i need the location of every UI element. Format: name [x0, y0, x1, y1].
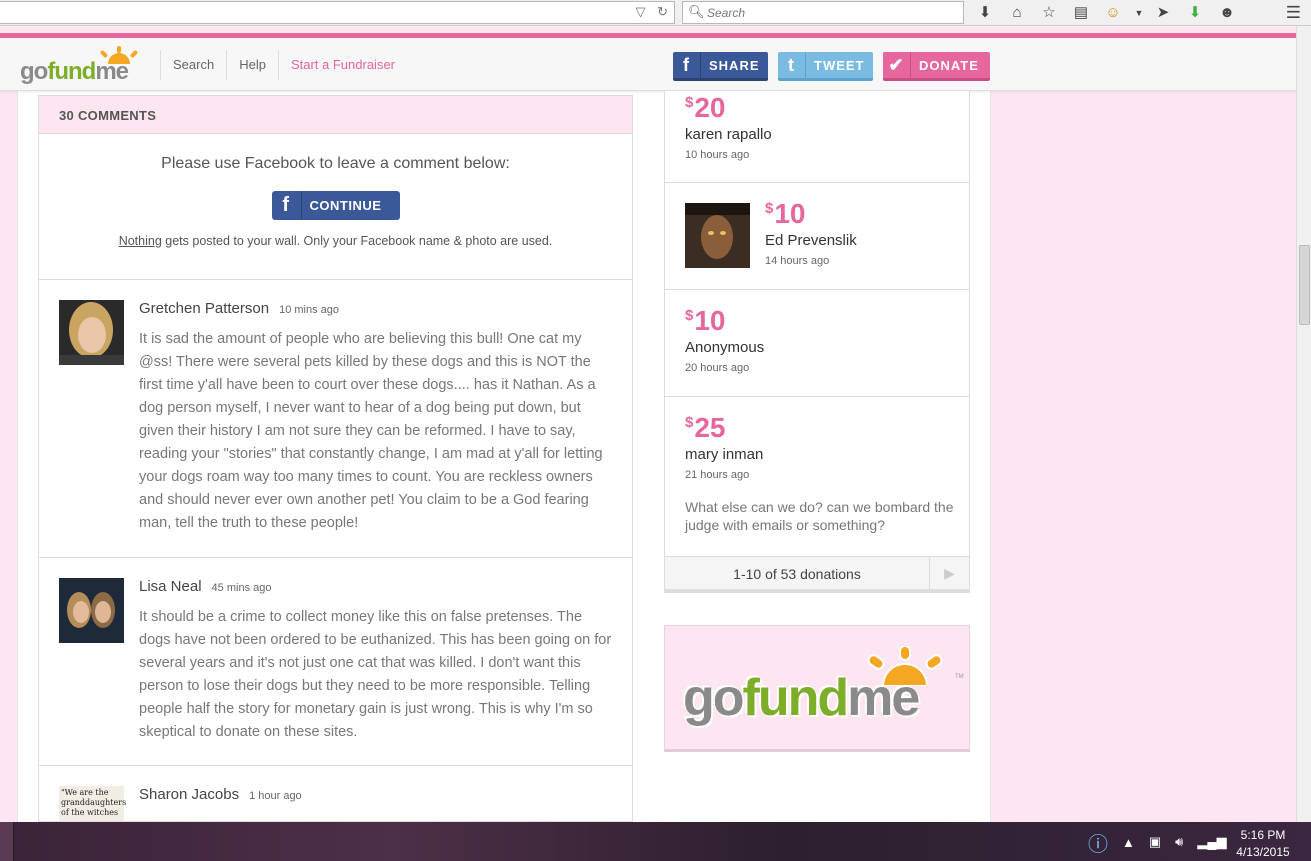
ad-logo-text: gofundme	[683, 669, 920, 727]
green-download-icon[interactable]: ⬇	[1184, 3, 1206, 23]
donor-name: karen rapallo	[685, 126, 772, 143]
donor-name: mary inman	[685, 446, 764, 463]
comment-item: "We are the granddaughters of the witche…	[39, 766, 632, 821]
comment-text: It is sad the amount of people who are b…	[139, 331, 603, 531]
nav-start-fundraiser[interactable]: Start a Fundraiser	[277, 49, 407, 80]
facebook-note: Nothing gets posted to your wall. Only y…	[118, 234, 553, 248]
reload-icon[interactable]: ↻	[657, 4, 668, 19]
bookmark-star-icon[interactable]: ☆	[1038, 3, 1060, 23]
logo-text: gofundme	[20, 58, 129, 85]
facebook-prompt: Please use Facebook to leave a comment b…	[161, 155, 510, 172]
taskbar-clock[interactable]: 5:16 PM 4/13/2015	[1233, 827, 1293, 861]
donation-time: 14 hours ago	[765, 255, 830, 267]
facebook-comment-box: Please use Facebook to leave a comment b…	[39, 134, 632, 280]
comment-item: Gretchen Patterson 10 mins ago It is sad …	[39, 280, 632, 558]
donation-time: 20 hours ago	[685, 362, 750, 374]
taskbar-left-edge[interactable]	[0, 822, 14, 861]
network-signal-icon[interactable]: ▂▄▆	[1197, 834, 1226, 850]
donate-button[interactable]: ✔ DONATE	[883, 52, 990, 81]
gofundme-promo[interactable]: gofundme TM	[664, 625, 970, 752]
chat-icon[interactable]: ☻	[1216, 3, 1238, 23]
reader-icon[interactable]: ▤	[1070, 3, 1092, 23]
info-icon[interactable]: ⓘ	[1088, 828, 1108, 857]
volume-icon[interactable]: 🔊︎	[1175, 834, 1183, 850]
home-icon[interactable]: ⌂	[1006, 3, 1028, 23]
comments-panel: 30 COMMENTS Please use Facebook to leave…	[38, 95, 633, 822]
gofundme-large-logo: gofundme TM	[683, 646, 964, 736]
url-bar[interactable]: ▽ ↻	[0, 1, 675, 24]
checkmark-icon: ✔	[883, 52, 911, 78]
toolbar-icons: ⬇ ⌂ ☆ ▤ ☺ ▼ ➤ ⬇ ☻	[974, 3, 1248, 23]
menu-icon[interactable]: ☰	[1286, 3, 1301, 23]
tweet-button[interactable]: t TWEET	[778, 52, 873, 81]
show-hidden-icons-icon[interactable]: ▲	[1122, 835, 1135, 850]
facebook-icon: f	[673, 52, 701, 78]
donate-label: DONATE	[919, 57, 979, 73]
browser-search-bar[interactable]: 🔍︎ Search	[682, 1, 964, 24]
donation-item: $20 karen rapallo 10 hours ago	[665, 91, 969, 183]
donation-amount: $20	[685, 92, 726, 123]
trademark-mark: TM	[955, 674, 964, 680]
comment-time: 1 hour ago	[249, 790, 302, 802]
next-arrow-icon[interactable]: ▶	[929, 557, 969, 590]
share-label: SHARE	[709, 57, 760, 73]
extension-face-icon[interactable]: ☺	[1102, 3, 1124, 23]
donations-pager: 1-10 of 53 donations ▶	[665, 556, 969, 592]
facebook-icon: f	[272, 191, 302, 220]
pager-text: 1-10 of 53 donations	[733, 566, 861, 582]
browser-toolbar: ▽ ↻ 🔍︎ Search ⬇ ⌂ ☆ ▤ ☺ ▼ ➤ ⬇ ☻ ☰	[0, 0, 1311, 26]
system-tray: ⓘ ▲ ▣ 🔊︎ ▂▄▆	[1088, 828, 1241, 856]
share-button[interactable]: f SHARE	[673, 52, 768, 81]
send-icon[interactable]: ➤	[1152, 3, 1174, 23]
donation-amount: $10	[685, 305, 726, 336]
continue-label: CONTINUE	[309, 198, 382, 213]
donation-amount: $25	[685, 412, 726, 443]
nothing-link[interactable]: Nothing	[119, 234, 162, 248]
scrollbar-thumb[interactable]	[1299, 245, 1310, 325]
avatar	[59, 300, 124, 365]
nav-help[interactable]: Help	[226, 49, 278, 80]
donor-name: Anonymous	[685, 339, 765, 356]
commenter-name[interactable]: Gretchen Patterson	[139, 300, 269, 317]
commenter-name[interactable]: Lisa Neal	[139, 578, 202, 595]
donor-avatar	[685, 203, 750, 268]
donation-amount: $10	[765, 198, 806, 229]
clock-time: 5:16 PM	[1240, 828, 1286, 842]
clock-date: 4/13/2015	[1236, 845, 1290, 859]
donation-item: $25 mary inman 21 hours ago What else ca…	[665, 397, 969, 556]
donation-item: $10 Anonymous 20 hours ago	[665, 290, 969, 397]
donation-item: $10 Ed Prevenslik 14 hours ago	[665, 183, 969, 290]
comment-text: It should be a crime to collect money li…	[139, 609, 612, 740]
page-scrollbar[interactable]	[1296, 26, 1311, 822]
facebook-continue-button[interactable]: f CONTINUE	[271, 191, 400, 220]
main-nav: Search Help Start a Fundraiser	[160, 38, 407, 91]
donations-panel: $20 karen rapallo 10 hours ago $10 Ed Pr…	[664, 91, 970, 593]
url-bar-icons: ▽ ↻	[627, 4, 668, 20]
avatar	[59, 578, 124, 643]
nav-search[interactable]: Search	[160, 49, 226, 80]
twitter-icon: t	[778, 52, 806, 78]
dropdown-arrow-icon[interactable]: ▽	[635, 4, 645, 19]
tweet-label: TWEET	[814, 57, 865, 73]
taskbar: ⓘ ▲ ▣ 🔊︎ ▂▄▆ 5:16 PM 4/13/2015	[0, 822, 1311, 861]
comment-time: 45 mins ago	[211, 582, 272, 594]
donation-time: 10 hours ago	[685, 149, 750, 161]
comment-item: Lisa Neal 45 mins ago It should be a crim…	[39, 558, 632, 766]
donation-time: 21 hours ago	[685, 469, 750, 481]
search-icon: 🔍︎	[688, 4, 705, 19]
comments-count-header: 30 COMMENTS	[39, 96, 632, 134]
commenter-name[interactable]: Sharon Jacobs	[139, 786, 239, 803]
comment-time: 10 mins ago	[279, 304, 340, 316]
dropdown-icon[interactable]: ▼	[1134, 3, 1144, 23]
site-header: gofundme Search Help Start a Fundraiser …	[0, 38, 1296, 91]
gofundme-logo[interactable]: gofundme	[20, 46, 145, 86]
download-icon[interactable]: ⬇	[974, 3, 996, 23]
donation-message: What else can we do? can we bombard the …	[685, 499, 954, 533]
device-icon[interactable]: ▣	[1149, 834, 1161, 850]
avatar: "We are the granddaughters of the witche…	[59, 786, 126, 821]
donor-name: Ed Prevenslik	[765, 232, 857, 249]
search-placeholder: Search	[707, 6, 746, 20]
